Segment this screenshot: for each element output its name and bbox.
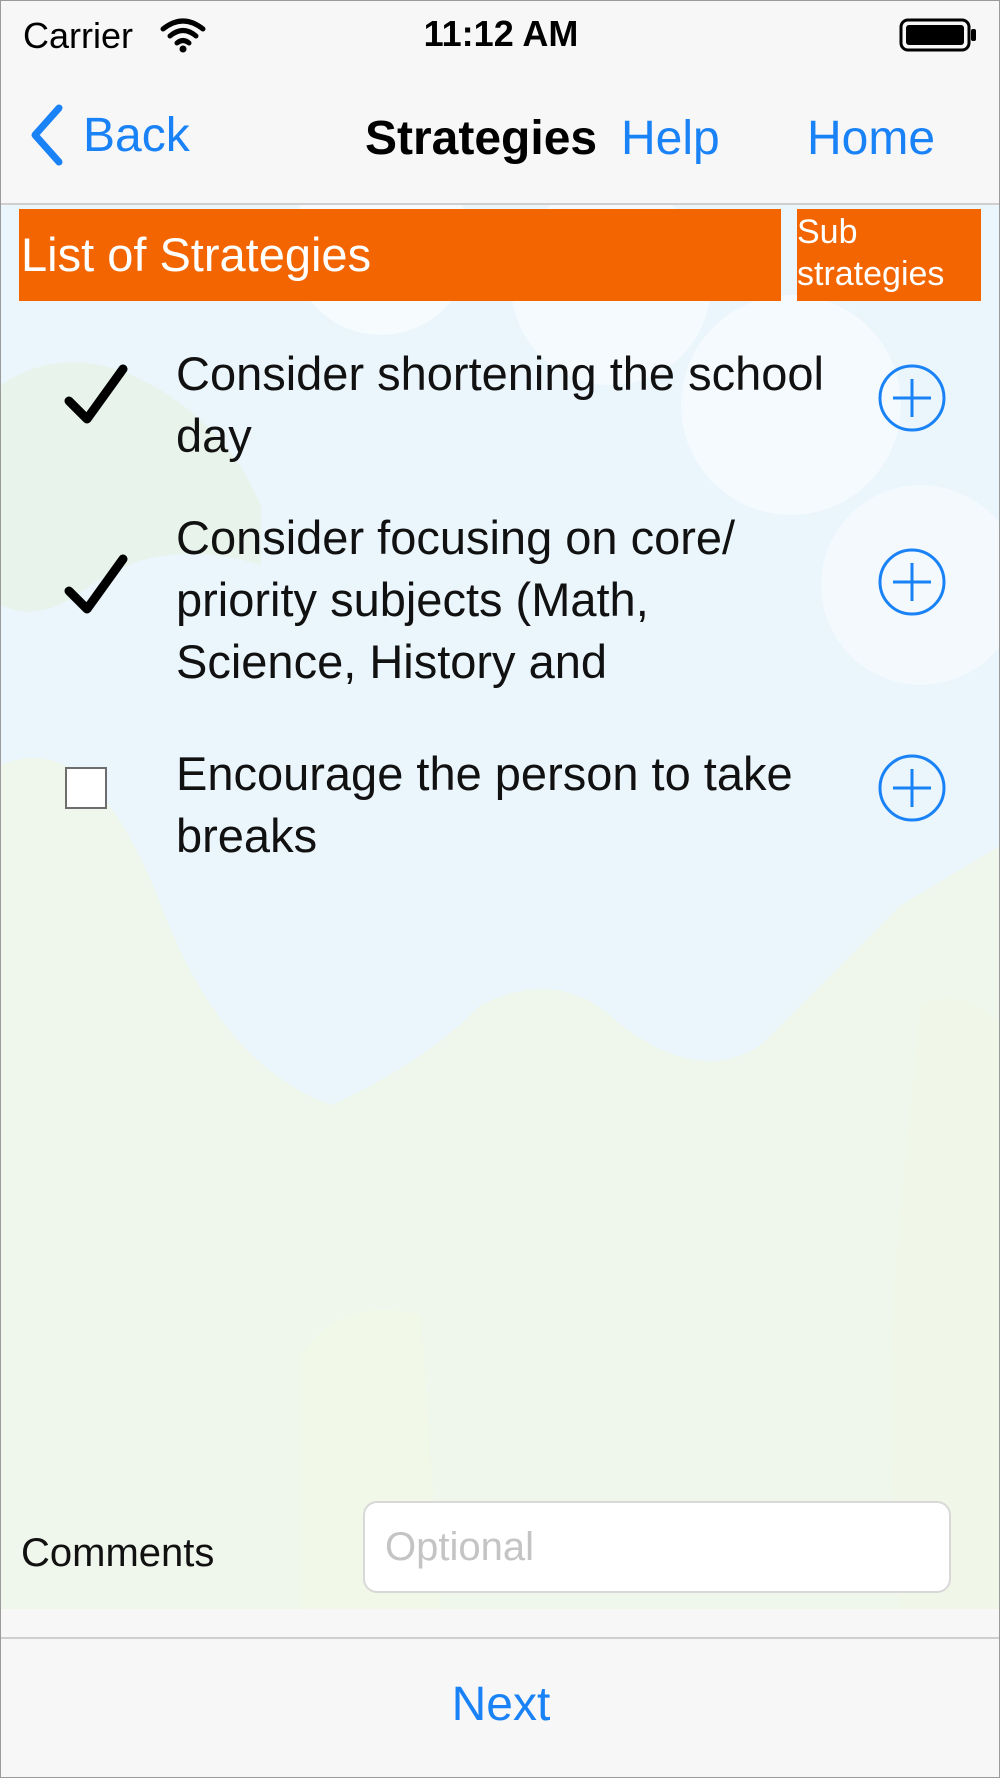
list-header-title: List of Strategies (21, 228, 372, 281)
list-header: List of Strategies (19, 209, 781, 301)
navigation-bar: Back Strategies Help Home (1, 73, 999, 205)
comments-label: Comments (21, 1531, 215, 1575)
battery-icon (899, 18, 976, 52)
back-button[interactable]: Back (29, 99, 190, 171)
sub-strategies-label: Sub strategies (797, 213, 945, 293)
chevron-left-icon (31, 104, 63, 166)
checkmark-icon[interactable] (61, 551, 131, 621)
help-button[interactable]: Help (621, 111, 720, 166)
plus-circle-icon[interactable] (877, 547, 947, 617)
strategy-text: Encourage the person to take breaks (176, 747, 793, 862)
back-label: Back (83, 108, 190, 162)
checkbox[interactable] (65, 767, 107, 809)
next-button[interactable]: Next (1, 1677, 999, 1732)
page-title: Strategies (365, 112, 598, 165)
home-button[interactable]: Home (807, 111, 935, 166)
plus-circle-icon[interactable] (877, 753, 947, 823)
strategy-text: Consider focusing on core/ priority subj… (176, 511, 736, 688)
comments-input[interactable] (363, 1501, 951, 1593)
clock: 11:12 AM (423, 13, 579, 54)
status-bar: Carrier 11:12 AM (1, 1, 999, 73)
app-window: Carrier 11:12 AM Back Strategies Help Ho… (0, 0, 1000, 1778)
plus-circle-icon[interactable] (877, 363, 947, 433)
strategy-text: Consider shortening the school day (176, 347, 824, 462)
checkmark-icon[interactable] (61, 361, 131, 431)
bottom-toolbar: Next (1, 1637, 999, 1777)
content-area: List of Strategies Sub strategies Consid… (1, 205, 999, 1609)
sub-strategies-button[interactable]: Sub strategies (797, 209, 981, 301)
